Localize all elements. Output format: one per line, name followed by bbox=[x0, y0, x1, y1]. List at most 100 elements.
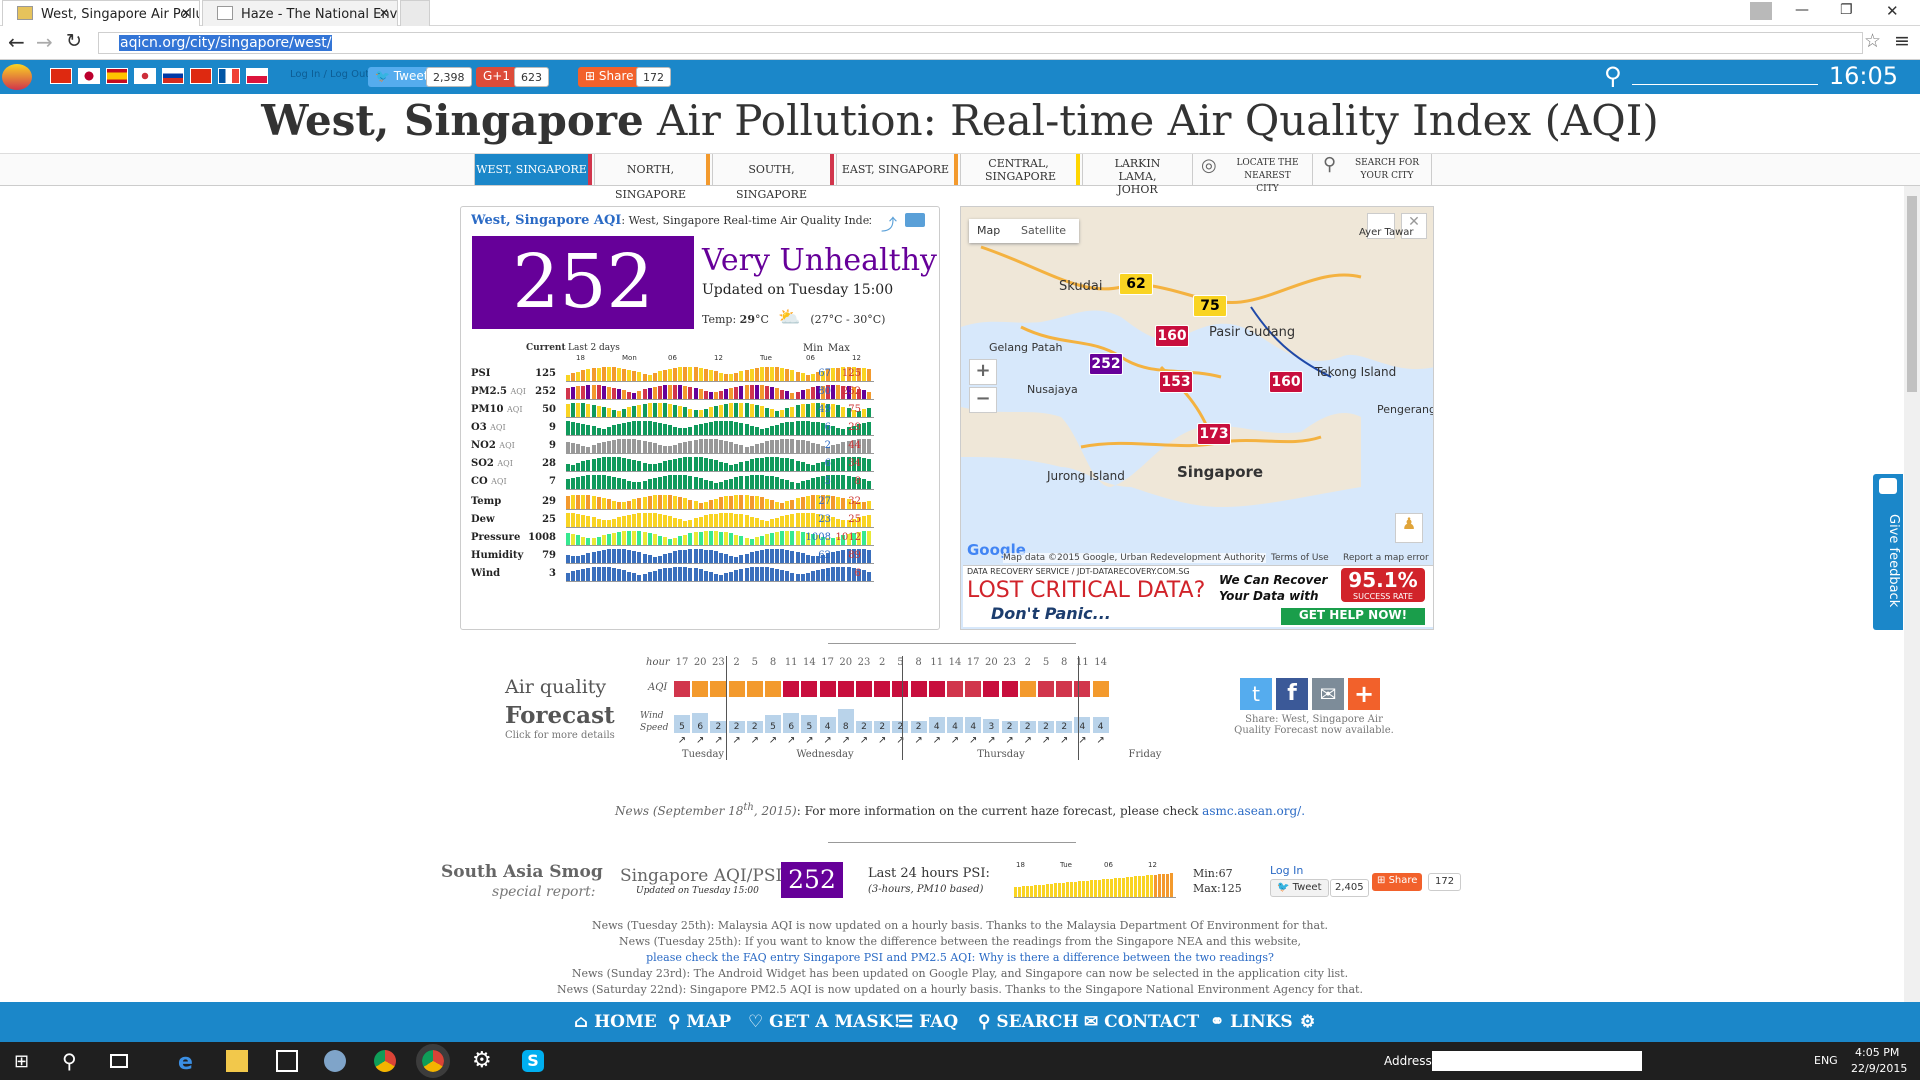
smog-aqi-value[interactable]: 252 bbox=[781, 862, 843, 898]
bookmark-star-icon[interactable]: ☆ bbox=[1864, 30, 1881, 52]
login-link[interactable]: Log In / Log Out bbox=[290, 69, 369, 80]
forecast-aqi-cell[interactable] bbox=[856, 681, 872, 697]
map-marker[interactable]: 75 bbox=[1193, 295, 1227, 317]
search-input[interactable] bbox=[1632, 84, 1818, 85]
share-button[interactable]: ⊞ Share bbox=[578, 67, 641, 87]
chrome-icon[interactable] bbox=[374, 1050, 396, 1072]
reload-icon[interactable]: ↻ bbox=[66, 30, 82, 52]
pegman-icon[interactable]: ♟ bbox=[1395, 513, 1423, 543]
forecast-aqi-cell[interactable] bbox=[746, 681, 763, 697]
settings-icon[interactable]: ⚙ bbox=[1300, 1012, 1315, 1032]
map-marker[interactable]: 62 bbox=[1119, 273, 1153, 295]
nav-search[interactable]: ⚲ SEARCH bbox=[978, 1012, 1079, 1032]
forecast-aqi-cell[interactable] bbox=[783, 681, 800, 697]
flag-hongkong-icon[interactable] bbox=[190, 68, 212, 84]
map-tab[interactable]: Map bbox=[977, 224, 1000, 237]
forecast-aqi-cell[interactable] bbox=[1038, 681, 1054, 697]
nav-links[interactable]: ⚭ LINKS bbox=[1210, 1012, 1293, 1032]
satellite-tab[interactable]: Satellite bbox=[1021, 224, 1066, 237]
map-marker[interactable]: 160 bbox=[1269, 371, 1303, 393]
minimize-icon[interactable]: — bbox=[1795, 2, 1809, 18]
forecast-aqi-cell[interactable] bbox=[674, 681, 690, 697]
forward-icon[interactable]: → bbox=[36, 30, 53, 54]
lang-indicator[interactable]: ENG bbox=[1814, 1054, 1838, 1067]
nav-mask[interactable]: ♡ GET A MASK! bbox=[748, 1012, 901, 1032]
flag-korea-icon[interactable] bbox=[134, 68, 156, 84]
more-share-icon[interactable]: + bbox=[1348, 678, 1380, 710]
flag-russia-icon[interactable] bbox=[162, 68, 184, 84]
edge-icon[interactable]: e bbox=[178, 1050, 200, 1075]
search-icon[interactable]: ⚲ bbox=[62, 1049, 77, 1073]
nav-home[interactable]: ⌂ HOME bbox=[574, 1012, 657, 1032]
city-nav-search[interactable]: ⚲ SEARCH FOR YOUR CITY bbox=[1312, 154, 1432, 185]
paint-icon[interactable] bbox=[324, 1050, 346, 1072]
menu-icon[interactable]: ≡ bbox=[1894, 30, 1910, 52]
site-logo-icon[interactable] bbox=[2, 64, 32, 90]
twitter-share-icon[interactable]: t bbox=[1240, 678, 1272, 710]
forecast-aqi-cell[interactable] bbox=[692, 681, 709, 697]
forecast-aqi-cell[interactable] bbox=[874, 681, 891, 697]
city-nav-locate[interactable]: ◎ LOCATE THE NEAREST CITY bbox=[1192, 154, 1312, 194]
forecast-aqi-cell[interactable] bbox=[1019, 681, 1036, 697]
ad-cta-button[interactable]: GET HELP NOW! bbox=[1281, 608, 1425, 625]
flag-japan-icon[interactable] bbox=[78, 68, 100, 84]
forecast-aqi-cell[interactable] bbox=[892, 681, 909, 697]
facebook-share-icon[interactable]: f bbox=[1276, 678, 1308, 710]
city-nav-south[interactable]: SOUTH, SINGAPORE bbox=[712, 154, 834, 201]
zoom-in-button[interactable]: + bbox=[969, 359, 997, 385]
map-marker[interactable]: 160 bbox=[1155, 325, 1189, 347]
store-icon[interactable] bbox=[276, 1050, 298, 1072]
flag-france-icon[interactable] bbox=[218, 68, 240, 84]
terms-link[interactable]: Terms of Use bbox=[1271, 553, 1329, 563]
close-window-icon[interactable]: ✕ bbox=[1886, 2, 1899, 20]
tray-time[interactable]: 4:05 PM bbox=[1855, 1046, 1899, 1059]
browser-tab-active[interactable]: West, Singapore Air Pollut ✕ bbox=[2, 0, 200, 26]
layers-icon[interactable] bbox=[905, 213, 925, 227]
scrollbar[interactable] bbox=[1904, 186, 1920, 1002]
flag-china-icon[interactable] bbox=[50, 68, 72, 84]
taskbar-address-input[interactable] bbox=[1432, 1051, 1642, 1071]
forecast-aqi-cell[interactable] bbox=[965, 681, 982, 697]
forecast-aqi-cell[interactable] bbox=[928, 681, 945, 697]
aqi-map[interactable]: Map Satellite ✕ + − ♟ Skudai Pasir Gudan… bbox=[960, 206, 1434, 630]
forecast-aqi-cell[interactable] bbox=[910, 681, 927, 697]
city-nav-north[interactable]: NORTH, SINGAPORE bbox=[594, 154, 710, 201]
aqi-widget-city[interactable]: West, Singapore AQI bbox=[471, 213, 621, 228]
asean-link[interactable]: asmc.asean.org/. bbox=[1202, 804, 1305, 818]
scrollbar-thumb[interactable] bbox=[1907, 196, 1917, 392]
forecast-aqi-cell[interactable] bbox=[710, 681, 727, 697]
chrome-active-icon[interactable] bbox=[416, 1044, 450, 1078]
nav-contact[interactable]: ✉ CONTACT bbox=[1084, 1012, 1199, 1032]
close-tab-icon[interactable]: ✕ bbox=[379, 6, 389, 20]
ad-banner[interactable]: DATA RECOVERY SERVICE / JDT-DATARECOVERY… bbox=[963, 565, 1433, 627]
zoom-out-button[interactable]: − bbox=[969, 387, 997, 413]
map-marker[interactable]: 153 bbox=[1159, 371, 1193, 393]
forecast-aqi-cell[interactable] bbox=[947, 681, 963, 697]
email-share-icon[interactable]: ✉ bbox=[1312, 678, 1344, 710]
city-nav-larkin[interactable]: LARKIN LAMA, JOHOR bbox=[1082, 154, 1192, 196]
nav-faq[interactable]: ☰ FAQ bbox=[898, 1012, 958, 1032]
settings-icon[interactable]: ⚙ bbox=[472, 1050, 494, 1072]
smog-share-button[interactable]: ⊞ Share bbox=[1372, 873, 1423, 891]
forecast-title-2[interactable]: Forecast bbox=[505, 702, 615, 729]
flag-spain-icon[interactable] bbox=[106, 68, 128, 84]
gplus-button[interactable]: G+1 bbox=[476, 67, 517, 87]
skype-icon[interactable]: S bbox=[522, 1050, 544, 1072]
url-input[interactable]: aqicn.org/city/singapore/west/ bbox=[98, 32, 1863, 54]
city-nav-central[interactable]: CENTRAL, SINGAPORE bbox=[960, 154, 1080, 185]
smog-tweet-button[interactable]: 🐦 Tweet bbox=[1270, 879, 1329, 897]
smog-login-link[interactable]: Log In bbox=[1270, 864, 1303, 877]
forecast-aqi-cell[interactable] bbox=[983, 681, 1000, 697]
forecast-aqi-cell[interactable] bbox=[837, 681, 854, 697]
user-icon[interactable] bbox=[1750, 2, 1772, 20]
new-tab-button[interactable] bbox=[400, 0, 430, 26]
city-nav-west[interactable]: WEST, SINGAPORE bbox=[474, 154, 592, 185]
browser-tab[interactable]: Haze - The National Envir ✕ bbox=[202, 0, 398, 26]
share-widget-icon[interactable]: ⤴ bbox=[881, 211, 897, 235]
forecast-click[interactable]: Click for more details bbox=[505, 730, 615, 741]
flag-poland-icon[interactable] bbox=[246, 68, 268, 84]
forecast-aqi-cell[interactable] bbox=[1056, 681, 1073, 697]
report-link[interactable]: Report a map error bbox=[1343, 553, 1429, 563]
close-tab-icon[interactable]: ✕ bbox=[181, 6, 191, 20]
city-nav-east[interactable]: EAST, SINGAPORE bbox=[836, 154, 958, 185]
